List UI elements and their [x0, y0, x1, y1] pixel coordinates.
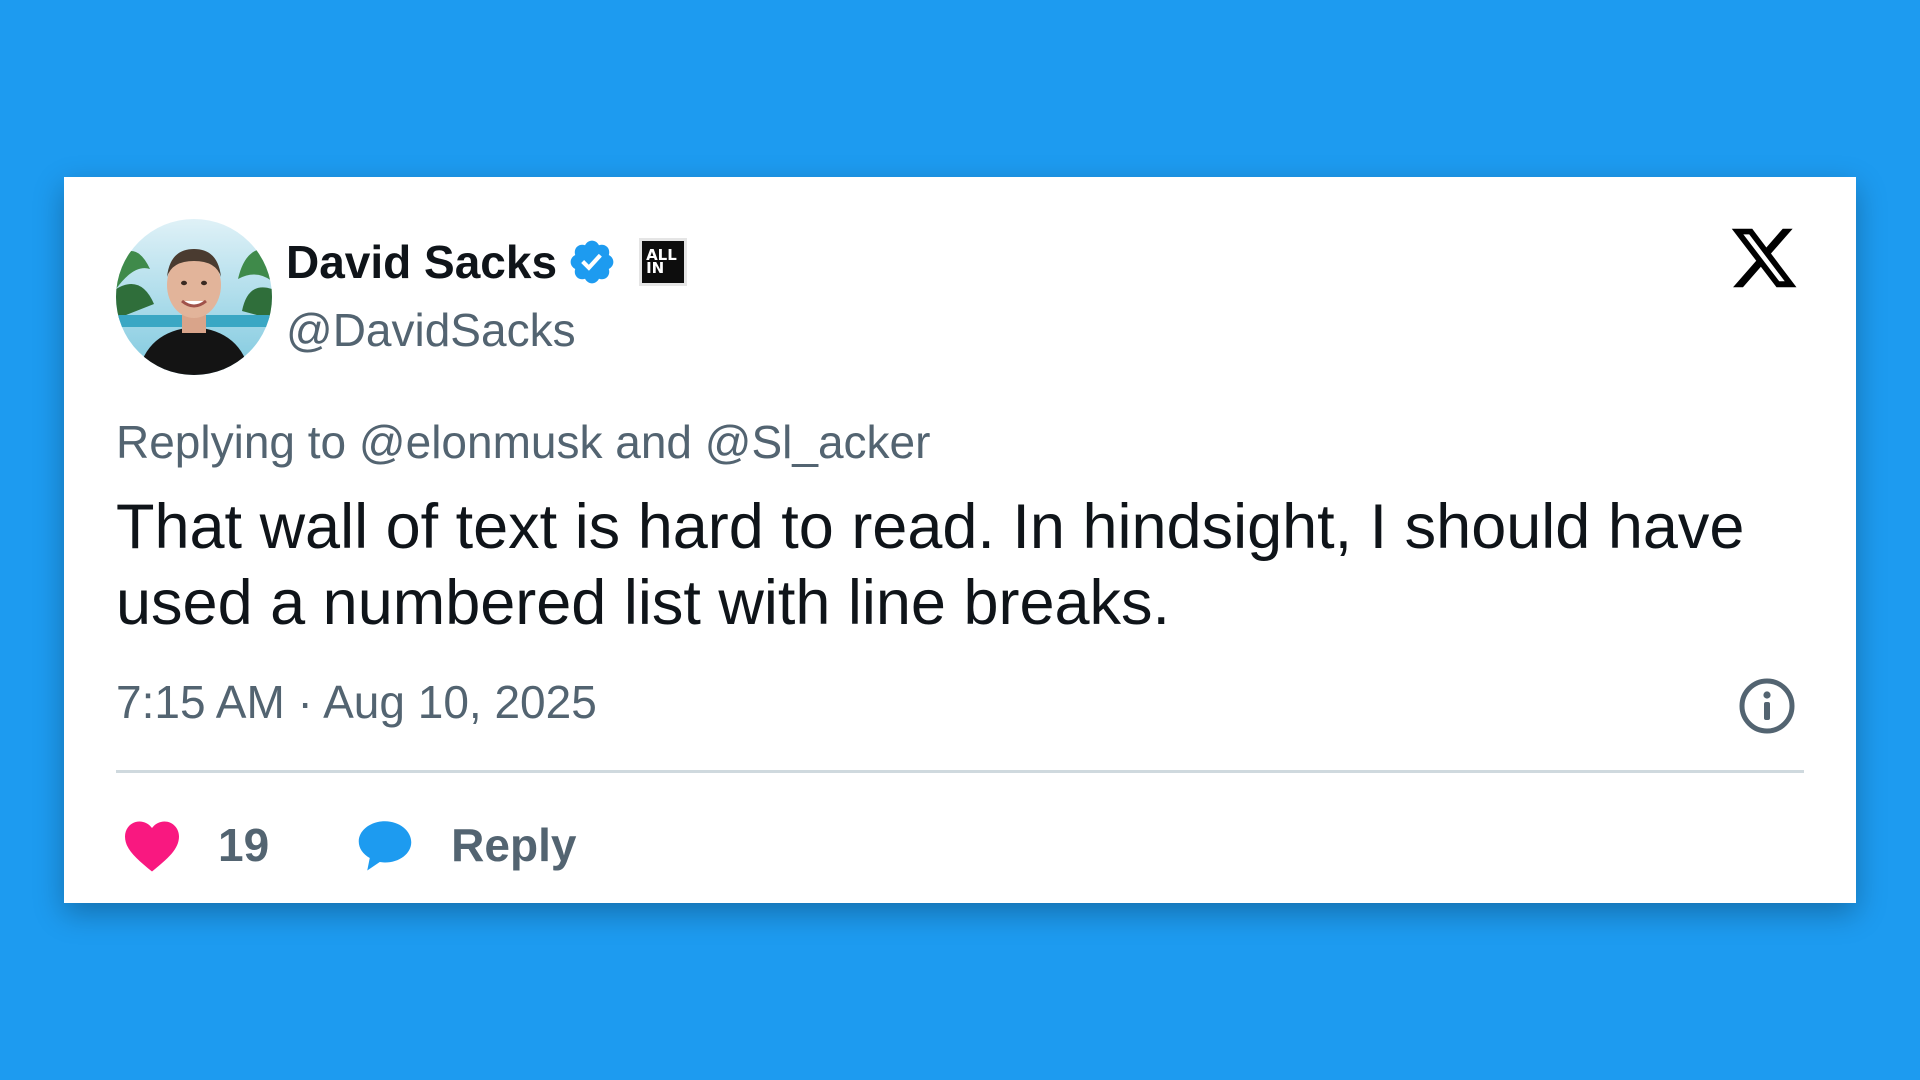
reply-context: Replying to @elonmusk and @Sl_acker	[116, 416, 931, 468]
like-button[interactable]: 19	[122, 817, 269, 873]
author-handle[interactable]: @DavidSacks	[286, 305, 576, 356]
action-bar: 19 Reply	[122, 805, 576, 885]
display-name[interactable]: David Sacks	[286, 239, 557, 285]
like-count: 19	[218, 819, 270, 871]
tweet-card: David Sacks ALL IN @DavidSacks Replying …	[64, 177, 1856, 903]
x-logo-icon[interactable]	[1728, 222, 1800, 288]
heart-icon	[125, 821, 179, 872]
affiliate-badge-line2: IN	[646, 259, 665, 277]
reply-button[interactable]: Reply	[355, 817, 576, 873]
avatar[interactable]	[116, 219, 272, 375]
verified-badge-icon	[570, 240, 614, 284]
author-row: David Sacks ALL IN	[286, 232, 688, 292]
speech-bubble-icon	[358, 821, 412, 871]
tweet-text: That wall of text is hard to read. In hi…	[116, 492, 1745, 638]
info-icon[interactable]	[1738, 677, 1796, 735]
divider	[116, 770, 1804, 773]
reply-label: Reply	[451, 819, 577, 871]
timestamp[interactable]: 7:15 AM · Aug 10, 2025	[116, 675, 597, 730]
affiliate-badge[interactable]: ALL IN	[639, 238, 688, 286]
